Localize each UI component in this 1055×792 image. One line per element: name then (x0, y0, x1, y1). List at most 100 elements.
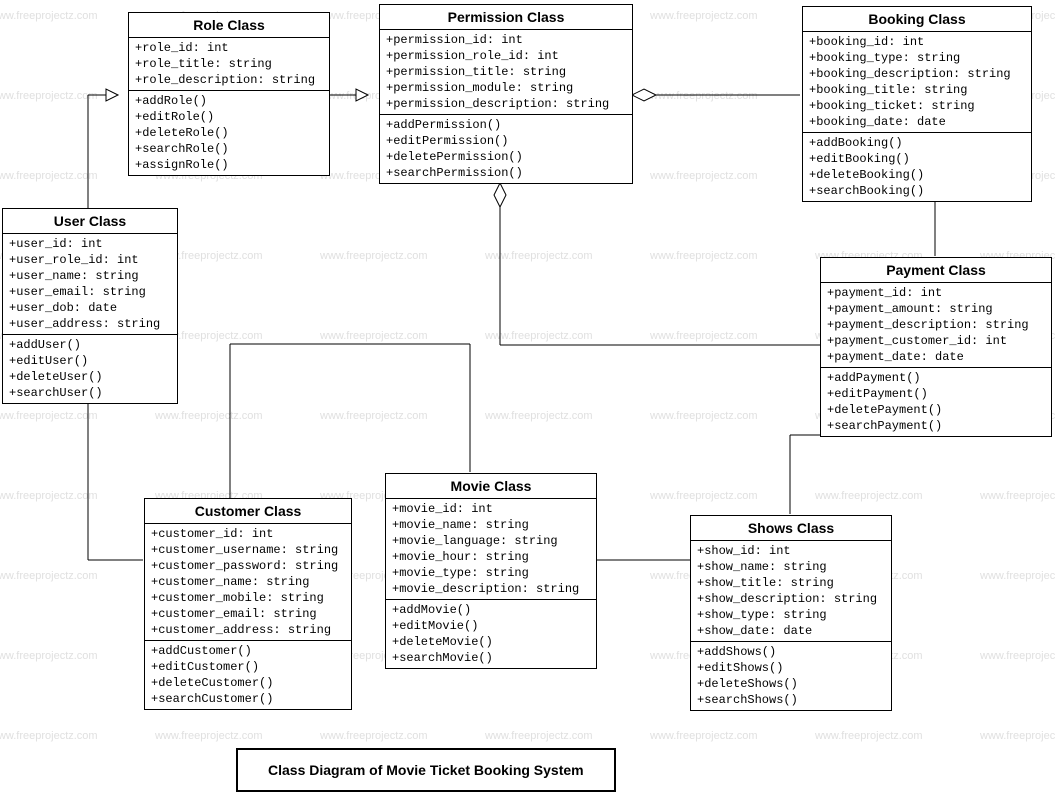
class-member: +customer_name: string (151, 574, 345, 590)
class-attributes: +permission_id: int+permission_role_id: … (380, 30, 632, 115)
class-attributes: +booking_id: int+booking_type: string+bo… (803, 32, 1031, 133)
class-member: +show_name: string (697, 559, 885, 575)
watermark-text: www.freeprojectz.com (650, 410, 758, 422)
class-member: +editPermission() (386, 133, 626, 149)
watermark-text: www.freeprojectz.com (815, 490, 923, 502)
class-title: Booking Class (803, 7, 1031, 32)
class-member: +booking_ticket: string (809, 98, 1025, 114)
class-member: +customer_email: string (151, 606, 345, 622)
class-title: User Class (3, 209, 177, 234)
class-attributes: +user_id: int+user_role_id: int+user_nam… (3, 234, 177, 335)
class-member: +customer_mobile: string (151, 590, 345, 606)
watermark-text: www.freeprojectz.com (650, 10, 758, 22)
class-member: +movie_hour: string (392, 549, 590, 565)
watermark-text: www.freeprojectz.com (980, 730, 1055, 742)
diagram-canvas: www.freeprojectz.com www.freeprojectz.com… (0, 0, 1055, 792)
watermark-text: www.freeprojectz.com (320, 330, 428, 342)
class-customer: Customer Class +customer_id: int+custome… (144, 498, 352, 710)
class-member: +deletePayment() (827, 402, 1045, 418)
class-operations: +addPermission()+editPermission()+delete… (380, 115, 632, 183)
class-member: +searchPermission() (386, 165, 626, 181)
class-member: +editCustomer() (151, 659, 345, 675)
watermark-text: www.freeprojectz.com (980, 490, 1055, 502)
class-booking: Booking Class +booking_id: int+booking_t… (802, 6, 1032, 202)
watermark-text: www.freeprojectz.com (0, 10, 98, 22)
class-member: +deleteCustomer() (151, 675, 345, 691)
class-member: +deleteShows() (697, 676, 885, 692)
class-attributes: +show_id: int+show_name: string+show_tit… (691, 541, 891, 642)
class-role: Role Class +role_id: int+role_title: str… (128, 12, 330, 176)
class-member: +show_title: string (697, 575, 885, 591)
class-member: +permission_role_id: int (386, 48, 626, 64)
class-member: +payment_description: string (827, 317, 1045, 333)
class-member: +user_dob: date (9, 300, 171, 316)
class-movie: Movie Class +movie_id: int+movie_name: s… (385, 473, 597, 669)
class-attributes: +movie_id: int+movie_name: string+movie_… (386, 499, 596, 600)
class-member: +movie_name: string (392, 517, 590, 533)
watermark-text: www.freeprojectz.com (155, 410, 263, 422)
watermark-text: www.freeprojectz.com (650, 90, 758, 102)
class-member: +role_title: string (135, 56, 323, 72)
class-payment: Payment Class +payment_id: int+payment_a… (820, 257, 1052, 437)
watermark-text: www.freeprojectz.com (650, 490, 758, 502)
class-member: +editMovie() (392, 618, 590, 634)
watermark-text: www.freeprojectz.com (980, 650, 1055, 662)
watermark-text: www.freeprojectz.com (320, 730, 428, 742)
class-member: +addShows() (697, 644, 885, 660)
caption-text: Class Diagram of Movie Ticket Booking Sy… (268, 762, 584, 778)
class-member: +editRole() (135, 109, 323, 125)
class-member: +movie_type: string (392, 565, 590, 581)
class-member: +role_description: string (135, 72, 323, 88)
class-member: +permission_title: string (386, 64, 626, 80)
class-member: +addPayment() (827, 370, 1045, 386)
watermark-text: www.freeprojectz.com (320, 410, 428, 422)
class-member: +addUser() (9, 337, 171, 353)
class-member: +movie_description: string (392, 581, 590, 597)
class-user: User Class +user_id: int+user_role_id: i… (2, 208, 178, 404)
watermark-text: www.freeprojectz.com (980, 570, 1055, 582)
class-title: Permission Class (380, 5, 632, 30)
class-operations: +addCustomer()+editCustomer()+deleteCust… (145, 641, 351, 709)
class-member: +user_id: int (9, 236, 171, 252)
watermark-text: www.freeprojectz.com (0, 730, 98, 742)
class-member: +show_description: string (697, 591, 885, 607)
class-member: +addMovie() (392, 602, 590, 618)
class-member: +searchCustomer() (151, 691, 345, 707)
class-member: +searchUser() (9, 385, 171, 401)
class-member: +show_type: string (697, 607, 885, 623)
class-member: +show_date: date (697, 623, 885, 639)
class-member: +customer_address: string (151, 622, 345, 638)
watermark-text: www.freeprojectz.com (815, 730, 923, 742)
class-member: +permission_module: string (386, 80, 626, 96)
class-member: +addRole() (135, 93, 323, 109)
class-permission: Permission Class +permission_id: int+per… (379, 4, 633, 184)
class-member: +user_address: string (9, 316, 171, 332)
class-member: +assignRole() (135, 157, 323, 173)
class-member: +customer_id: int (151, 526, 345, 542)
class-title: Customer Class (145, 499, 351, 524)
class-member: +searchPayment() (827, 418, 1045, 434)
class-operations: +addPayment()+editPayment()+deletePaymen… (821, 368, 1051, 436)
class-member: +permission_description: string (386, 96, 626, 112)
class-member: +user_email: string (9, 284, 171, 300)
class-member: +user_name: string (9, 268, 171, 284)
class-shows: Shows Class +show_id: int+show_name: str… (690, 515, 892, 711)
class-member: +user_role_id: int (9, 252, 171, 268)
class-member: +searchBooking() (809, 183, 1025, 199)
watermark-text: www.freeprojectz.com (650, 730, 758, 742)
class-member: +searchShows() (697, 692, 885, 708)
class-member: +booking_description: string (809, 66, 1025, 82)
class-member: +deleteUser() (9, 369, 171, 385)
class-member: +payment_customer_id: int (827, 333, 1045, 349)
class-attributes: +role_id: int+role_title: string+role_de… (129, 38, 329, 91)
class-attributes: +payment_id: int+payment_amount: string+… (821, 283, 1051, 368)
class-member: +customer_username: string (151, 542, 345, 558)
watermark-text: www.freeprojectz.com (0, 170, 98, 182)
class-title: Payment Class (821, 258, 1051, 283)
class-member: +editShows() (697, 660, 885, 676)
watermark-text: www.freeprojectz.com (650, 250, 758, 262)
class-member: +deleteBooking() (809, 167, 1025, 183)
class-member: +addCustomer() (151, 643, 345, 659)
watermark-text: www.freeprojectz.com (650, 170, 758, 182)
watermark-text: www.freeprojectz.com (155, 730, 263, 742)
